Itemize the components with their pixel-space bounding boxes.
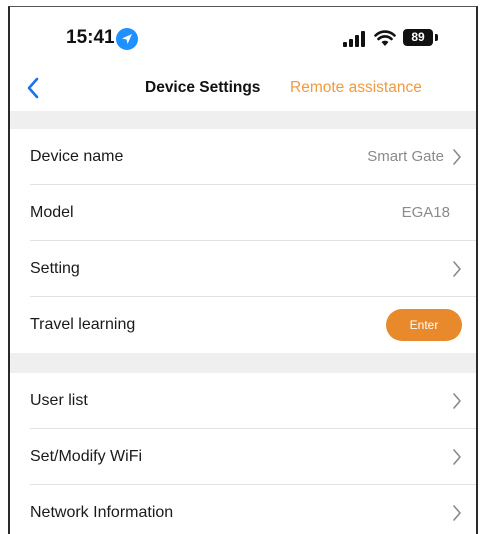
- battery-icon: 89: [403, 29, 433, 46]
- setting-row[interactable]: Setting: [10, 241, 476, 297]
- chevron-right-icon: [453, 449, 461, 465]
- device-name-row[interactable]: Device name Smart Gate: [10, 129, 476, 185]
- chevron-right-icon: [453, 149, 461, 165]
- app-screen: 15:41 89 Device Settings Remote assistan…: [8, 6, 478, 534]
- nav-bar: Device Settings Remote assistance: [10, 65, 476, 111]
- status-bar: 15:41 89: [10, 7, 476, 65]
- chevron-right-icon: [453, 261, 461, 277]
- set-modify-wifi-row[interactable]: Set/Modify WiFi: [10, 429, 476, 485]
- user-list-row[interactable]: User list: [10, 373, 476, 429]
- model-label: Model: [30, 204, 74, 221]
- remote-assistance-link[interactable]: Remote assistance: [290, 79, 422, 97]
- section-divider: [10, 353, 476, 373]
- network-information-label: Network Information: [30, 504, 174, 521]
- model-row: Model EGA18: [10, 185, 476, 241]
- status-time: 15:41: [66, 27, 115, 48]
- wifi-icon: [374, 29, 396, 47]
- model-value: EGA18: [401, 204, 450, 221]
- chevron-right-icon: [453, 505, 461, 521]
- chevron-left-icon: [27, 77, 39, 99]
- setting-label: Setting: [30, 260, 80, 277]
- chevron-right-icon: [453, 393, 461, 409]
- network-information-row[interactable]: Network Information: [10, 485, 476, 534]
- user-list-label: User list: [30, 392, 88, 409]
- set-modify-wifi-label: Set/Modify WiFi: [30, 448, 143, 465]
- back-button[interactable]: [22, 75, 46, 101]
- battery-tip: [435, 34, 438, 41]
- enter-button[interactable]: Enter: [386, 309, 462, 341]
- travel-learning-row: Travel learning Enter: [10, 297, 476, 353]
- page-title: Device Settings: [145, 79, 261, 96]
- cellular-signal-icon: [343, 31, 369, 47]
- travel-learning-label: Travel learning: [30, 316, 136, 333]
- location-arrow-icon: [116, 28, 138, 50]
- section-divider: [10, 111, 476, 129]
- device-name-label: Device name: [30, 148, 124, 165]
- device-name-value: Smart Gate: [367, 148, 444, 165]
